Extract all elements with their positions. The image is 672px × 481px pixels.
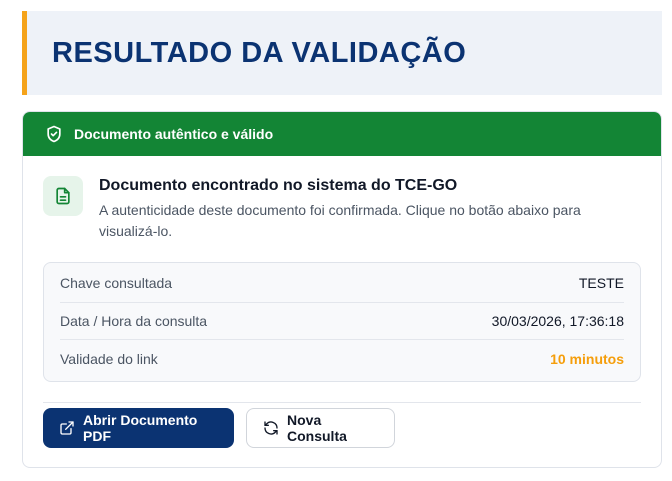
detail-label: Data / Hora da consulta xyxy=(60,313,208,329)
details-table: Chave consultada TESTE Data / Hora da co… xyxy=(43,262,641,382)
new-query-label: Nova Consulta xyxy=(287,412,347,444)
detail-row: Validade do link 10 minutos xyxy=(60,340,624,377)
detail-value: 10 minutos xyxy=(550,350,624,367)
validation-result-card: Documento autêntico e válido Documento e… xyxy=(22,111,662,468)
shield-check-icon xyxy=(44,124,64,144)
document-icon xyxy=(43,176,83,216)
detail-row: Chave consultada TESTE xyxy=(60,263,624,303)
divider xyxy=(43,402,641,403)
detail-label: Chave consultada xyxy=(60,274,173,291)
refresh-icon xyxy=(263,420,279,436)
detail-label: Validade do link xyxy=(60,350,158,367)
result-summary: Documento encontrado no sistema do TCE-G… xyxy=(43,176,641,242)
status-label: Documento autêntico e válido xyxy=(74,126,274,142)
status-banner: Documento autêntico e válido xyxy=(23,112,661,156)
new-query-button[interactable]: Nova Consulta xyxy=(246,408,395,448)
page-title: RESULTADO DA VALIDAÇÃO xyxy=(52,36,467,69)
detail-value: 30/03/2026, 17:36:18 xyxy=(491,313,624,329)
result-description: A autenticidade deste documento foi conf… xyxy=(99,202,581,239)
action-bar: Abrir Documento PDF Nova Consulta xyxy=(43,408,395,448)
open-pdf-label: Abrir Documento PDF xyxy=(83,412,198,444)
result-heading: Documento encontrado no sistema do TCE-G… xyxy=(99,177,458,194)
detail-value: TESTE xyxy=(578,274,624,291)
page-header: RESULTADO DA VALIDAÇÃO xyxy=(22,11,662,95)
detail-row: Data / Hora da consulta 30/03/2026, 17:3… xyxy=(60,303,624,340)
open-pdf-button[interactable]: Abrir Documento PDF xyxy=(43,408,234,448)
external-link-icon xyxy=(59,420,75,436)
